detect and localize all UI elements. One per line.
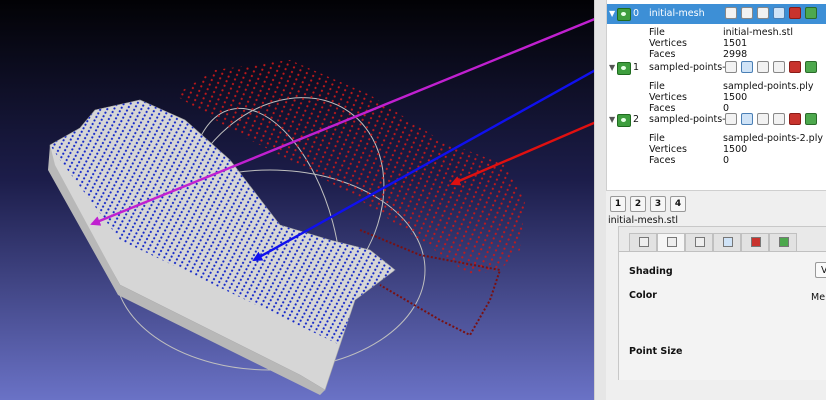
layer-properties: File sampled-points.ply Vertices 1500 Fa… <box>607 78 826 114</box>
points-icon[interactable] <box>741 113 753 125</box>
prop-value: initial-mesh.stl <box>723 27 793 38</box>
prop-label: Vertices <box>649 144 687 155</box>
layer-index: 2 <box>633 114 640 125</box>
prop-label: Faces <box>649 155 676 166</box>
green-texture-icon[interactable] <box>805 7 817 19</box>
layer-panel: ▼ 0 initial-mesh File initial-mesh.stl V… <box>606 0 826 400</box>
red-texture-icon[interactable] <box>789 61 801 73</box>
layer-index: 1 <box>633 62 640 73</box>
green-texture-icon[interactable] <box>805 113 817 125</box>
layer-name[interactable]: sampled-points-2 <box>649 114 732 125</box>
eye-icon[interactable] <box>617 8 631 21</box>
green-texture-icon <box>779 237 789 247</box>
flat-icon[interactable] <box>773 61 785 73</box>
red-texture-icon[interactable] <box>789 7 801 19</box>
flat-icon <box>723 237 733 247</box>
prop-value: sampled-points.ply <box>723 81 814 92</box>
color-label: Color <box>629 290 657 301</box>
eye-icon[interactable] <box>617 62 631 75</box>
layer-list: ▼ 0 initial-mesh File initial-mesh.stl V… <box>606 0 826 191</box>
green-texture-icon[interactable] <box>805 61 817 73</box>
shading-label: Shading <box>629 266 673 277</box>
layer-properties: File sampled-points-2.ply Vertices 1500 … <box>607 130 826 166</box>
points-icon[interactable] <box>741 61 753 73</box>
eye-icon[interactable] <box>617 114 631 127</box>
layer-name[interactable]: initial-mesh <box>649 8 705 19</box>
expand-arrow-icon[interactable]: ▼ <box>609 9 615 18</box>
wireframe-icon[interactable] <box>757 113 769 125</box>
layer-item-sampled-points-2[interactable]: ▼ 2 sampled-points-2 File sampled-points… <box>607 110 826 166</box>
box-icon <box>639 237 649 247</box>
flat-tab[interactable] <box>713 233 741 251</box>
view-tab-3[interactable]: 3 <box>650 196 666 212</box>
view-tab-2[interactable]: 2 <box>630 196 646 212</box>
3d-viewport[interactable] <box>0 0 594 400</box>
expand-arrow-icon[interactable]: ▼ <box>609 115 615 124</box>
box-icon[interactable] <box>725 7 737 19</box>
decorator-panel: Shading Ver Color Me Point Size <box>618 226 826 380</box>
box-icon[interactable] <box>725 113 737 125</box>
layer-index: 0 <box>633 8 640 19</box>
render-mode-icons <box>725 113 825 127</box>
prop-value: sampled-points-2.ply <box>723 133 823 144</box>
texture-green-tab[interactable] <box>769 233 797 251</box>
layer-item-initial-mesh[interactable]: ▼ 0 initial-mesh File initial-mesh.stl V… <box>607 4 826 60</box>
box-icon[interactable] <box>725 61 737 73</box>
flat-icon[interactable] <box>773 7 785 19</box>
prop-value: 1500 <box>723 144 748 155</box>
layer-properties: File initial-mesh.stl Vertices 1501 Face… <box>607 24 826 60</box>
expand-arrow-icon[interactable]: ▼ <box>609 63 615 72</box>
box-tab[interactable] <box>629 233 657 251</box>
point-size-label: Point Size <box>629 346 683 357</box>
current-mesh-name: initial-mesh.stl <box>608 215 678 226</box>
prop-label: Vertices <box>649 92 687 103</box>
view-tab-1[interactable]: 1 <box>610 196 626 212</box>
prop-label: Vertices <box>649 38 687 49</box>
flat-icon[interactable] <box>773 113 785 125</box>
prop-label: File <box>649 133 665 144</box>
wireframe-icon[interactable] <box>757 61 769 73</box>
red-texture-icon[interactable] <box>789 113 801 125</box>
points-tab[interactable] <box>657 233 685 251</box>
wireframe-icon <box>695 237 705 247</box>
prop-value: 1500 <box>723 92 748 103</box>
prop-label: File <box>649 81 665 92</box>
wireframe-icon[interactable] <box>757 7 769 19</box>
decorator-options: Shading Ver Color Me Point Size <box>619 251 826 380</box>
texture-red-tab[interactable] <box>741 233 769 251</box>
prop-label: File <box>649 27 665 38</box>
points-icon[interactable] <box>741 7 753 19</box>
points-icon <box>667 237 677 247</box>
layer-item-sampled-points-1[interactable]: ▼ 1 sampled-points-1 File sampled-points… <box>607 58 826 114</box>
render-mode-icons <box>725 7 825 21</box>
prop-value: 1501 <box>723 38 748 49</box>
scene-canvas[interactable] <box>0 0 594 400</box>
shading-dropdown[interactable]: Ver <box>815 262 826 278</box>
color-dropdown[interactable]: Me <box>811 292 825 303</box>
red-texture-icon <box>751 237 761 247</box>
wireframe-tab[interactable] <box>685 233 713 251</box>
view-tab-4[interactable]: 4 <box>670 196 686 212</box>
layer-name[interactable]: sampled-points-1 <box>649 62 732 73</box>
prop-value: 0 <box>723 155 730 166</box>
render-mode-icons <box>725 61 825 75</box>
